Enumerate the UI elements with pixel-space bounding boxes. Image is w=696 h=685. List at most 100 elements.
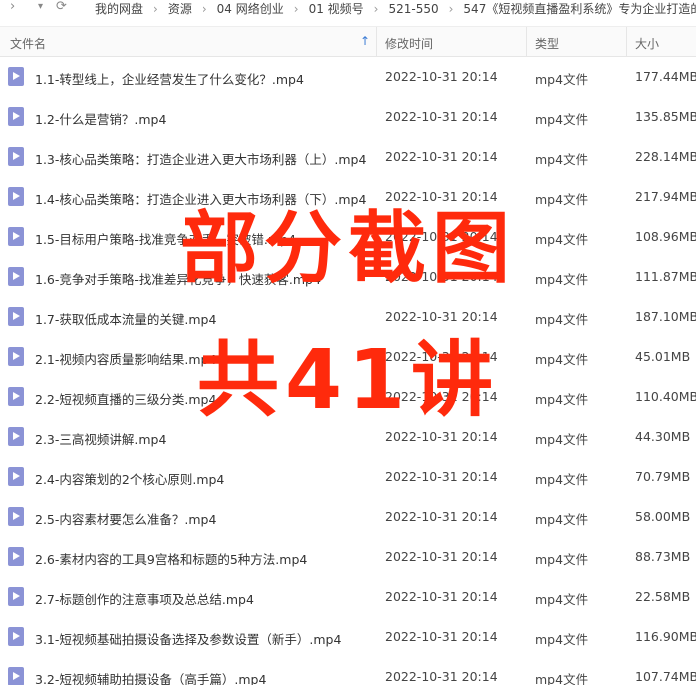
file-modified-date: 2022-10-31 20:14 — [385, 629, 498, 644]
video-file-icon — [8, 347, 24, 366]
video-file-icon — [8, 227, 24, 246]
file-name: 3.1-短视频基础拍摄设备选择及参数设置（新手）.mp4 — [35, 632, 342, 647]
file-modified-date: 2022-10-31 20:14 — [385, 309, 498, 324]
video-file-icon — [8, 587, 24, 606]
video-file-icon — [8, 267, 24, 286]
file-row[interactable]: 2.2-短视频直播的三级分类.mp4 2022-10-31 20:14 mp4文件 1… — [0, 377, 696, 417]
file-row[interactable]: 3.2-短视频辅助拍摄设备（高手篇）.mp4 2022-10-31 20:14 mp… — [0, 657, 696, 685]
file-type: mp4文件 — [535, 672, 589, 685]
file-name: 1.4-核心品类策略：打造企业进入更大市场利器（下）.mp4 — [35, 192, 367, 207]
file-modified-date: 2022-10-31 20:14 — [385, 509, 498, 524]
column-divider[interactable] — [626, 27, 627, 57]
file-name: 2.1-视频内容质量影响结果.mp4 — [35, 352, 217, 367]
breadcrumb-item[interactable]: 547《短视频直播盈利系统》专为企业打造的短 — [463, 0, 696, 17]
file-type: mp4文件 — [535, 552, 589, 567]
file-name: 2.3-三高视频讲解.mp4 — [35, 432, 167, 447]
file-row[interactable]: 2.7-标题创作的注意事项及总总结.mp4 2022-10-31 20:14 mp4… — [0, 577, 696, 617]
address-bar: › ▾ ⟳ 我的网盘 › 资源 › 04 网络创业 › 01 视频号 › 521-550 › 547… — [0, 0, 696, 18]
video-file-icon — [8, 387, 24, 406]
file-modified-date: 2022-10-31 20:14 — [385, 429, 498, 444]
file-modified-date: 2022-10-31 20:14 — [385, 229, 498, 244]
video-file-icon — [8, 67, 24, 86]
breadcrumb-item[interactable]: 521-550 — [388, 2, 438, 16]
file-size: 228.14MB — [635, 149, 696, 164]
video-file-icon — [8, 187, 24, 206]
file-type: mp4文件 — [535, 592, 589, 607]
file-modified-date: 2022-10-31 20:14 — [385, 549, 498, 564]
breadcrumb-separator-icon: › — [293, 1, 299, 16]
file-row[interactable]: 1.3-核心品类策略：打造企业进入更大市场利器（上）.mp4 2022-10-31… — [0, 137, 696, 177]
breadcrumb-item[interactable]: 04 网络创业 — [217, 0, 284, 17]
file-row[interactable]: 2.6-素材内容的工具9宫格和标题的5种方法.mp4 2022-10-31 20:… — [0, 537, 696, 577]
file-row[interactable]: 1.2-什么是营销？.mp4 2022-10-31 20:14 mp4文件 135.8… — [0, 97, 696, 137]
file-name: 2.4-内容策划的2个核心原则.mp4 — [35, 472, 225, 487]
file-size: 187.10MB — [635, 309, 696, 324]
file-type: mp4文件 — [535, 72, 589, 87]
file-size: 177.44MB — [635, 69, 696, 84]
breadcrumb-item[interactable]: 资源 — [168, 0, 192, 17]
file-type: mp4文件 — [535, 512, 589, 527]
file-size: 58.00MB — [635, 509, 691, 524]
file-row[interactable]: 1.5-目标用户策略-找准竞争对手，突破错.mp4 2022-10-31 20:1… — [0, 217, 696, 257]
video-file-icon — [8, 547, 24, 566]
file-name: 1.2-什么是营销？.mp4 — [35, 112, 167, 127]
file-size: 110.40MB — [635, 389, 696, 404]
file-row[interactable]: 1.6-竞争对手策略-找准差异化竞争，快速获客.mp4 2022-10-31 20… — [0, 257, 696, 297]
file-row[interactable]: 2.1-视频内容质量影响结果.mp4 2022-10-31 20:14 mp4文件 4… — [0, 337, 696, 377]
breadcrumb-separator-icon: › — [153, 1, 158, 16]
file-name: 2.6-素材内容的工具9宫格和标题的5种方法.mp4 — [35, 552, 308, 567]
video-file-icon — [8, 427, 24, 446]
file-name: 1.1-转型线上，企业经营发生了什么变化？.mp4 — [35, 72, 304, 87]
file-modified-date: 2022-10-31 20:14 — [385, 589, 498, 604]
video-file-icon — [8, 667, 24, 685]
history-dropdown-icon[interactable]: ▾ — [38, 1, 43, 12]
video-file-icon — [8, 627, 24, 646]
file-type: mp4文件 — [535, 392, 589, 407]
file-type: mp4文件 — [535, 112, 589, 127]
file-modified-date: 2022-10-31 20:14 — [385, 69, 498, 84]
sort-ascending-icon: ↑ — [360, 34, 371, 48]
file-type: mp4文件 — [535, 192, 589, 207]
forward-icon[interactable]: › — [10, 0, 15, 14]
column-header-modified[interactable]: 修改时间 — [385, 35, 433, 52]
file-row[interactable]: 2.3-三高视频讲解.mp4 2022-10-31 20:14 mp4文件 44.30… — [0, 417, 696, 457]
file-row[interactable]: 1.4-核心品类策略：打造企业进入更大市场利器（下）.mp4 2022-10-31… — [0, 177, 696, 217]
file-name: 1.3-核心品类策略：打造企业进入更大市场利器（上）.mp4 — [35, 152, 367, 167]
file-size: 116.90MB — [635, 629, 696, 644]
file-row[interactable]: 2.4-内容策划的2个核心原则.mp4 2022-10-31 20:14 mp4文件… — [0, 457, 696, 497]
file-size: 88.73MB — [635, 549, 691, 564]
file-row[interactable]: 3.1-短视频基础拍摄设备选择及参数设置（新手）.mp4 2022-10-31 2… — [0, 617, 696, 657]
column-header-size[interactable]: 大小 — [635, 35, 659, 52]
column-header-type[interactable]: 类型 — [535, 35, 559, 52]
file-modified-date: 2022-10-31 20:14 — [385, 109, 498, 124]
video-file-icon — [8, 467, 24, 486]
breadcrumb-item[interactable]: 01 视频号 — [309, 0, 364, 17]
video-file-icon — [8, 147, 24, 166]
column-header-name[interactable]: 文件名 — [10, 35, 46, 52]
file-size: 108.96MB — [635, 229, 696, 244]
file-modified-date: 2022-10-31 20:14 — [385, 189, 498, 204]
file-type: mp4文件 — [535, 272, 589, 287]
video-file-icon — [8, 307, 24, 326]
file-modified-date: 2022-10-31 20:14 — [385, 149, 498, 164]
file-size: 70.79MB — [635, 469, 691, 484]
file-modified-date: 2022-10-31 20:14 — [385, 269, 498, 284]
file-size: 135.85MB — [635, 109, 696, 124]
column-divider[interactable] — [376, 27, 377, 57]
file-size: 111.87MB — [635, 269, 696, 284]
file-row[interactable]: 1.1-转型线上，企业经营发生了什么变化？.mp4 2022-10-31 20:1… — [0, 57, 696, 97]
file-size: 44.30MB — [635, 429, 691, 444]
file-size: 22.58MB — [635, 589, 691, 604]
file-type: mp4文件 — [535, 232, 589, 247]
file-type: mp4文件 — [535, 152, 589, 167]
refresh-icon[interactable]: ⟳ — [56, 0, 67, 14]
file-size: 45.01MB — [635, 349, 691, 364]
file-name: 2.7-标题创作的注意事项及总总结.mp4 — [35, 592, 254, 607]
column-divider[interactable] — [526, 27, 527, 57]
file-row[interactable]: 2.5-内容素材要怎么准备？.mp4 2022-10-31 20:14 mp4文件 5… — [0, 497, 696, 537]
breadcrumb-item[interactable]: 我的网盘 — [95, 0, 143, 17]
file-modified-date: 2022-10-31 20:14 — [385, 389, 498, 404]
file-row[interactable]: 1.7-获取低成本流量的关键.mp4 2022-10-31 20:14 mp4文件 1… — [0, 297, 696, 337]
file-name: 2.2-短视频直播的三级分类.mp4 — [35, 392, 217, 407]
file-size: 217.94MB — [635, 189, 696, 204]
